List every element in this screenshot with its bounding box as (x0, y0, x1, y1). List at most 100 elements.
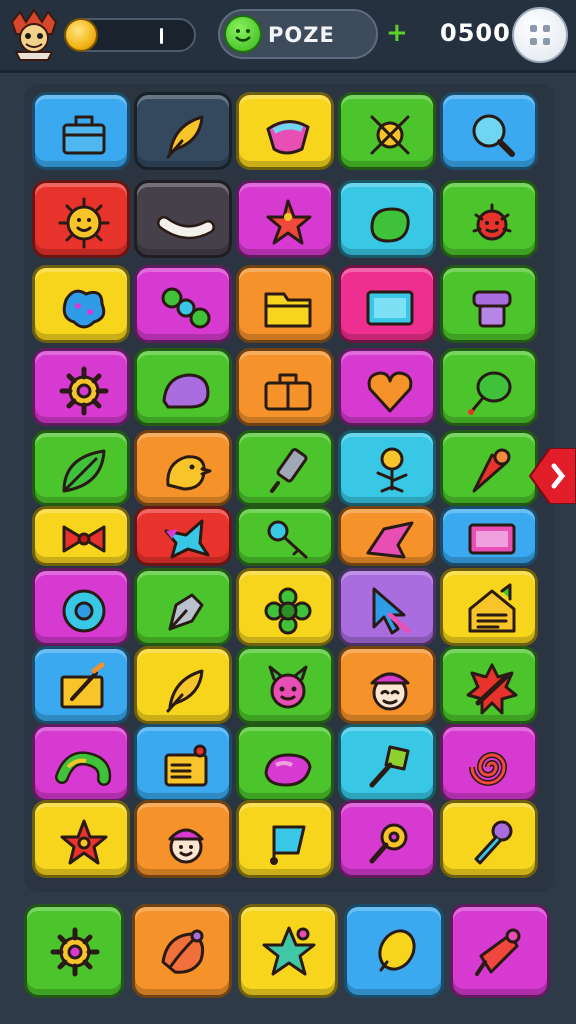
balloon-icon (468, 371, 512, 415)
board-tile[interactable] (338, 506, 436, 566)
star-bolt-icon (266, 199, 312, 245)
board-tile[interactable] (236, 568, 334, 646)
mode-button[interactable]: POZE (218, 9, 378, 59)
rocket-icon (475, 928, 521, 976)
board-tile[interactable] (440, 430, 538, 506)
coin-bar-marker (160, 28, 163, 44)
board-tile[interactable] (236, 265, 334, 343)
face-hat-icon (370, 672, 410, 711)
board-tile[interactable] (440, 646, 538, 724)
tray-tile[interactable] (238, 904, 338, 998)
board-tile[interactable] (440, 265, 538, 343)
board-tile[interactable] (236, 430, 334, 506)
board-tile[interactable] (32, 92, 130, 170)
lips-icon (264, 753, 312, 787)
bug-icon (472, 203, 512, 241)
board-tile[interactable] (32, 506, 130, 566)
board-tile[interactable] (32, 265, 130, 343)
chick-icon (166, 455, 212, 491)
tray-tile[interactable] (24, 904, 124, 998)
radio-icon (164, 744, 208, 787)
frog-icon (370, 207, 410, 243)
board-tile[interactable] (134, 265, 232, 343)
board-tile[interactable] (440, 724, 538, 802)
board-tile[interactable] (236, 180, 334, 258)
pen-icon (168, 593, 204, 631)
board-tile[interactable] (338, 646, 436, 724)
board-tile[interactable] (236, 506, 334, 566)
board-tile[interactable] (32, 430, 130, 506)
board-tile[interactable] (134, 348, 232, 426)
score-display: 0500 (440, 19, 511, 47)
feather-icon (166, 669, 204, 713)
house-icon (468, 583, 516, 633)
mascot-icon (10, 8, 58, 61)
board-tile[interactable] (338, 265, 436, 343)
board-tile[interactable] (32, 348, 130, 426)
board-tile[interactable] (32, 646, 130, 724)
board-tile[interactable] (134, 800, 232, 878)
gem-icon (266, 120, 310, 155)
menu-button[interactable] (512, 7, 568, 63)
lemon-icon (378, 929, 416, 972)
beads-icon (161, 287, 211, 329)
board-tile[interactable] (32, 568, 130, 646)
board-tile[interactable] (338, 724, 436, 802)
shell-icon (161, 929, 205, 974)
add-button[interactable]: + (386, 20, 408, 46)
board-tile[interactable] (236, 348, 334, 426)
key-ring-icon (369, 823, 408, 864)
board-tile[interactable] (440, 506, 538, 566)
menu-dot (530, 25, 537, 32)
board-tile[interactable] (32, 724, 130, 802)
board-tile[interactable] (440, 568, 538, 646)
top-bar: POZE + 0500 (0, 0, 576, 70)
suitcase-icon (264, 373, 312, 411)
menu-dot (530, 38, 537, 45)
board-tile[interactable] (338, 348, 436, 426)
flower-star-icon (60, 819, 108, 865)
board-tile[interactable] (236, 92, 334, 170)
board-tile[interactable] (134, 646, 232, 724)
board-tile[interactable] (32, 180, 130, 258)
board-tile[interactable] (134, 180, 232, 258)
board-tile[interactable] (134, 724, 232, 802)
board-tile[interactable] (440, 92, 538, 170)
board-tile[interactable] (338, 92, 436, 170)
devil-icon (268, 665, 308, 709)
board-tile[interactable] (338, 430, 436, 506)
tray-tile[interactable] (344, 904, 444, 998)
board-tile[interactable] (338, 800, 436, 878)
sun-face-icon (58, 197, 110, 249)
snake-icon (55, 751, 112, 786)
tray-tile[interactable] (132, 904, 232, 998)
board-tile[interactable] (338, 568, 436, 646)
board-tile[interactable] (338, 180, 436, 258)
screen-icon (366, 290, 414, 326)
board-tile[interactable] (440, 180, 538, 258)
board-tile[interactable] (440, 348, 538, 426)
menu-dot (543, 25, 550, 32)
board-tile[interactable] (134, 506, 232, 566)
board-tile[interactable] (32, 800, 130, 878)
magnifier-icon (472, 114, 515, 157)
board-tile[interactable] (236, 724, 334, 802)
board-tile[interactable] (236, 646, 334, 724)
donut-icon (62, 589, 106, 633)
board-tile[interactable] (236, 800, 334, 878)
jar-icon (472, 290, 512, 328)
plant-icon (376, 447, 408, 493)
board-tile[interactable] (134, 568, 232, 646)
star-fish-icon (164, 519, 210, 559)
leaf-icon (62, 449, 106, 493)
mode-label: POZE (268, 23, 335, 47)
bow-icon (62, 525, 106, 553)
side-arrow-tab[interactable] (528, 448, 576, 504)
board-tile[interactable] (134, 92, 232, 170)
easel-icon (60, 662, 105, 709)
tray-tile[interactable] (450, 904, 550, 998)
board-tile[interactable] (134, 430, 232, 506)
cross-ring-icon (370, 115, 410, 155)
shovel-icon (369, 745, 410, 788)
board-tile[interactable] (440, 800, 538, 878)
